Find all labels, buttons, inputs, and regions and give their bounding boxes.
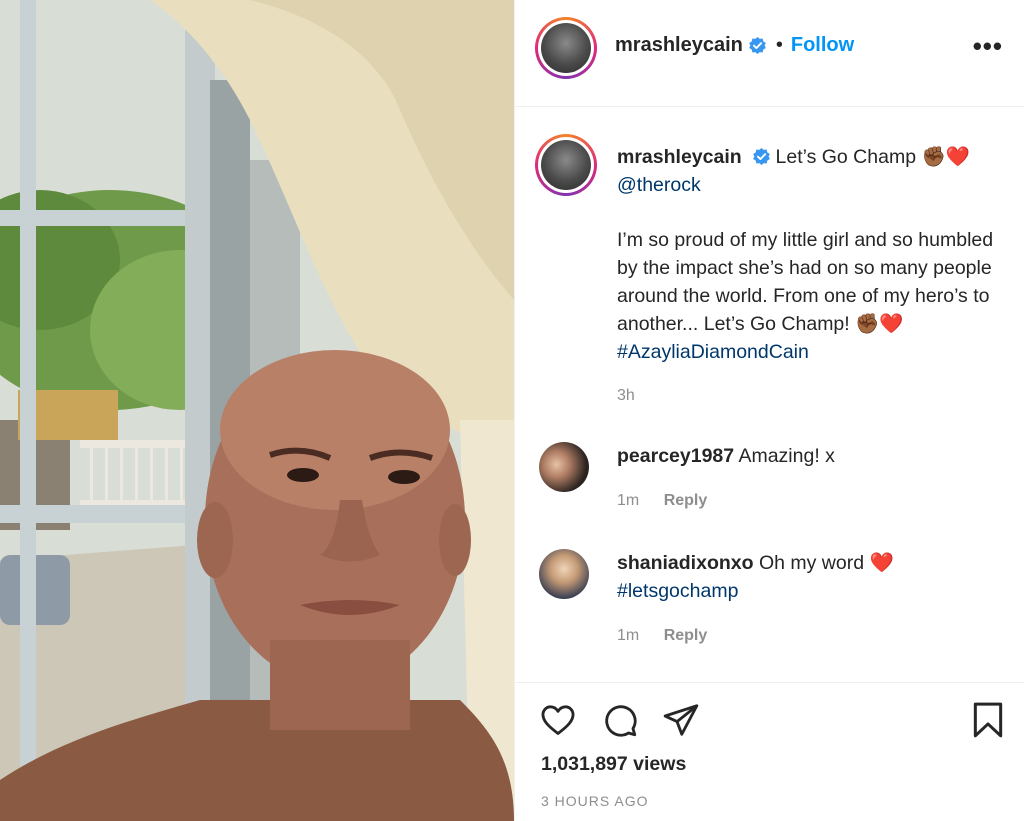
post-details-panel: mrashleycain • Follow ••• mrashleycain L… [514,0,1024,821]
heart-icon[interactable] [539,701,577,739]
reply-button[interactable]: Reply [664,492,708,509]
post-video[interactable] [0,0,514,821]
caption-username[interactable]: mrashleycain [617,146,742,168]
author-avatar[interactable] [535,17,597,79]
comment-timestamp[interactable]: 1m [617,492,639,509]
author-username[interactable]: mrashleycain [615,34,743,57]
follow-button[interactable]: Follow [791,34,854,57]
comment-meta: 1m Reply [617,627,707,645]
commenter-avatar[interactable] [539,442,589,492]
caption-body: I’m so proud of my little girl and so hu… [617,226,1007,366]
author-row: mrashleycain • Follow [615,34,854,57]
verified-badge-icon [749,37,766,54]
fist-heart-emoji: ✊🏾❤️ [921,146,971,168]
comment-body: Amazing! x [738,445,835,467]
comment-icon[interactable] [601,701,639,739]
comment-text: shaniadixonxo Oh my word ❤️ #letsgochamp [617,549,1007,605]
verified-badge-icon [753,148,770,165]
reply-button[interactable]: Reply [664,627,708,644]
comment-username[interactable]: pearcey1987 [617,445,734,467]
post-actions-bar: 1,031,897 views 3 HOURS AGO [515,682,1024,821]
caption-body-text: I’m so proud of my little girl and so hu… [617,229,994,335]
comment-meta: 1m Reply [617,492,707,510]
share-icon[interactable] [662,701,700,739]
bookmark-icon[interactable] [970,701,1006,739]
more-options-icon[interactable]: ••• [973,33,1003,59]
hashtag-link[interactable]: #AzayliaDiamondCain [617,341,809,363]
comment-body: Oh my word [758,552,865,574]
video-frame-illustration [0,0,514,821]
post-timestamp[interactable]: 3 HOURS AGO [541,793,648,809]
heart-emoji: ❤️ [869,552,894,574]
commenter-avatar[interactable] [539,549,589,599]
caption-timestamp[interactable]: 3h [617,382,1007,410]
comment-timestamp[interactable]: 1m [617,627,639,644]
comment-username[interactable]: shaniadixonxo [617,552,754,574]
fist-heart-emoji: ✊🏾❤️ [855,313,904,335]
comment-text: pearcey1987 Amazing! x [617,442,1007,470]
header-separator: • [775,34,783,56]
mention-link[interactable]: @therock [617,174,701,196]
view-count[interactable]: 1,031,897 views [541,753,686,776]
post-header: mrashleycain • Follow ••• [515,0,1024,107]
caption-first-line: mrashleycain Let’s Go Champ ✊🏾❤️ @theroc… [617,143,1007,199]
caption-text-block: mrashleycain Let’s Go Champ ✊🏾❤️ @theroc… [617,143,1007,410]
caption-headline: Let’s Go Champ [775,146,917,168]
caption-author-avatar[interactable] [535,134,597,196]
hashtag-link[interactable]: #letsgochamp [617,580,738,602]
